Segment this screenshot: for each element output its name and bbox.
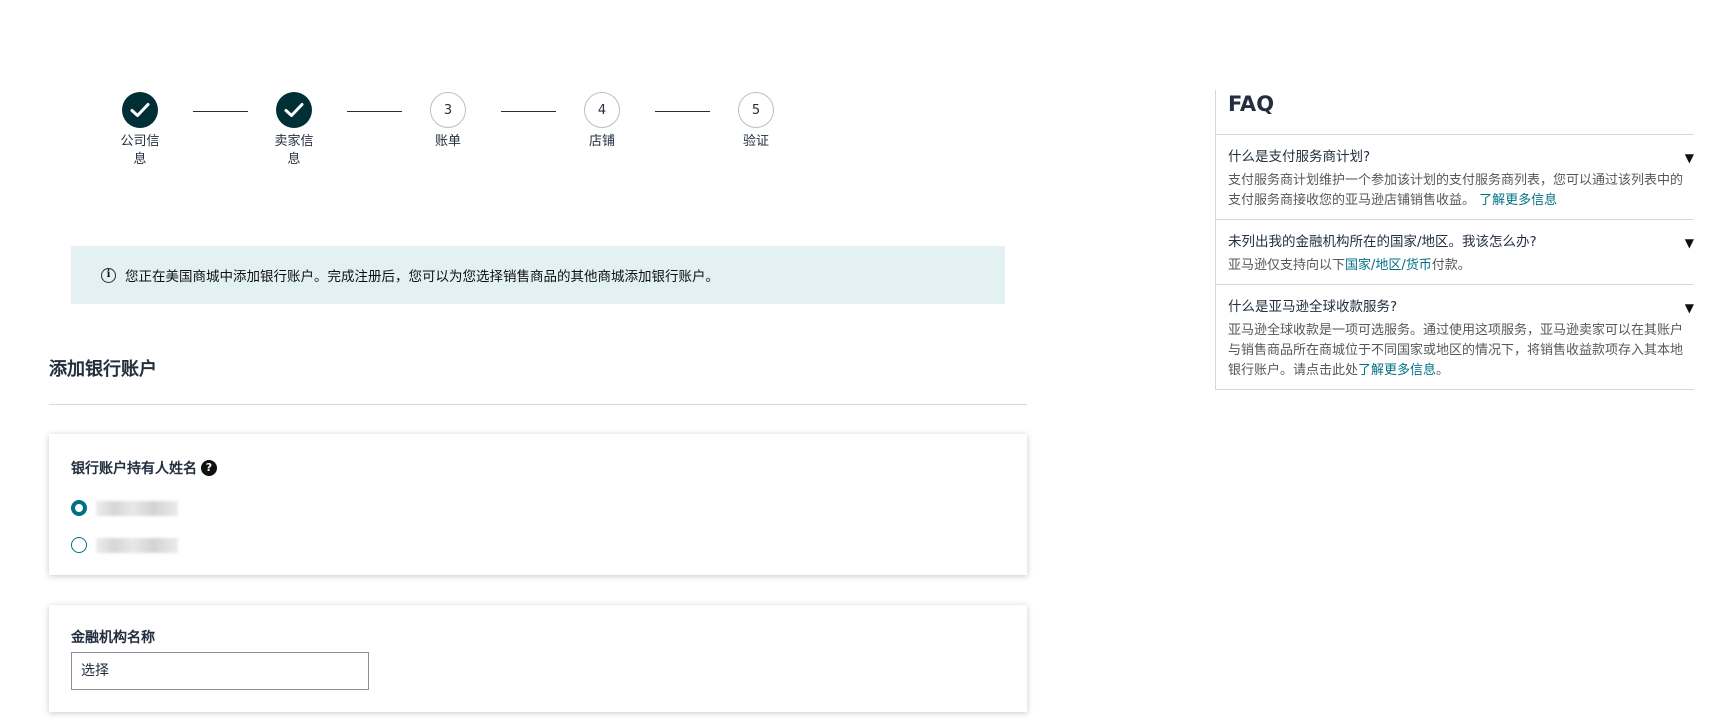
institution-card: 金融机构名称 选择 [49,605,1027,712]
account-holder-option-1[interactable] [71,500,178,516]
faq-answer-text: 。 [1436,363,1450,378]
faq-item: 什么是支付服务商计划? ▼ 支付服务商计划维护一个参加该计划的支付服务商列表，您… [1216,134,1694,219]
radio-unselected[interactable] [71,537,87,553]
faq-question[interactable]: 什么是支付服务商计划? [1228,145,1694,169]
institution-label: 金融机构名称 [71,630,155,646]
account-holder-option-2[interactable] [71,537,178,553]
caret-down-icon[interactable]: ▼ [1685,236,1694,250]
account-holder-card: 银行账户持有人姓名 ? [49,434,1027,575]
faq-title: FAQ [1228,92,1275,116]
step-4-number: 4 [584,92,620,128]
step-connector [193,111,248,112]
section-divider [49,404,1027,405]
info-banner-text: 您正在美国商城中添加银行账户。完成注册后，您可以为您选择销售商品的其他商城添加银… [125,269,719,285]
learn-more-link[interactable]: 了解更多信息 [1479,193,1557,208]
step-5-label: 验证 [742,134,769,149]
step-connector [347,111,402,112]
step-5-number: 5 [738,92,774,128]
faq-answer: 支付服务商计划维护一个参加该计划的支付服务商列表，您可以通过该列表中的支付服务商… [1228,171,1694,211]
faq-item: 未列出我的金融机构所在的国家/地区。我该怎么办? ▼ 亚马逊仅支持向以下国家/地… [1216,219,1694,284]
faq-answer-text: 亚马逊全球收款是一项可选服务。通过使用这项服务，亚马逊卖家可以在其账户与销售商品… [1228,323,1684,378]
step-verification: 5 验证 [726,92,786,151]
faq-answer: 亚马逊仅支持向以下国家/地区/货币付款。 [1228,256,1694,276]
step-2-label: 卖家信息 [274,134,314,167]
registration-stepper: 公司信息 卖家信息 3 账单 4 店铺 5 验证 [110,92,810,182]
radio-selected[interactable] [71,500,87,516]
redacted-name [96,500,178,516]
step-seller-info: 卖家信息 [264,92,324,169]
faq-answer: 亚马逊全球收款是一项可选服务。通过使用这项服务，亚马逊卖家可以在其账户与销售商品… [1228,321,1694,381]
section-title: 添加银行账户 [49,359,157,380]
question-circle-icon[interactable]: ? [201,460,217,476]
step-connector [655,111,710,112]
redacted-name [96,537,178,553]
learn-more-link[interactable]: 了解更多信息 [1358,363,1436,378]
info-icon: i [101,267,116,283]
faq-item: 什么是亚马逊全球收款服务? ▼ 亚马逊全球收款是一项可选服务。通过使用这项服务，… [1216,284,1694,390]
caret-down-icon[interactable]: ▼ [1685,301,1694,315]
step-3-label: 账单 [434,134,461,149]
step-connector [501,111,556,112]
step-billing: 3 账单 [418,92,478,151]
account-holder-label-row: 银行账户持有人姓名 ? [71,458,217,478]
faq-question[interactable]: 什么是亚马逊全球收款服务? [1228,295,1694,319]
account-holder-label: 银行账户持有人姓名 [71,461,197,477]
faq-answer-text: 亚马逊仅支持向以下 [1228,258,1346,273]
countries-link[interactable]: 国家/地区/货币 [1345,258,1432,273]
step-4-label: 店铺 [588,134,615,149]
step-2-check-icon [276,92,312,128]
step-company-info: 公司信息 [110,92,170,169]
step-1-check-icon [122,92,158,128]
faq-question[interactable]: 未列出我的金融机构所在的国家/地区。我该怎么办? [1228,230,1694,254]
institution-select[interactable]: 选择 [71,652,369,690]
faq-panel: FAQ 什么是支付服务商计划? ▼ 支付服务商计划维护一个参加该计划的支付服务商… [1215,90,1694,390]
step-store: 4 店铺 [572,92,632,151]
caret-down-icon[interactable]: ▼ [1685,151,1694,165]
faq-answer-text: 付款。 [1431,258,1471,273]
info-banner: i 您正在美国商城中添加银行账户。完成注册后，您可以为您选择销售商品的其他商城添… [71,246,1005,304]
step-1-label: 公司信息 [120,134,160,167]
faq-answer-text: 支付服务商计划维护一个参加该计划的支付服务商列表，您可以通过该列表中的支付服务商… [1228,173,1684,208]
step-3-number: 3 [430,92,466,128]
